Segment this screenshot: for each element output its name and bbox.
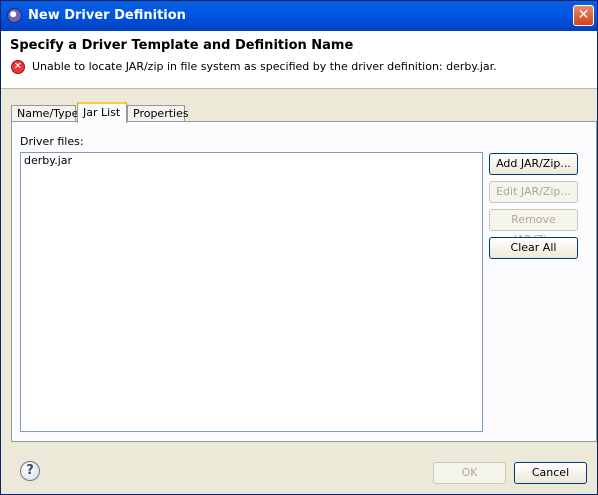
list-item[interactable]: derby.jar bbox=[21, 153, 482, 168]
close-button[interactable]: ✕ bbox=[573, 5, 594, 26]
page-title: Specify a Driver Template and Definition… bbox=[10, 38, 354, 53]
dialog-window: New Driver Definition ✕ Specify a Driver… bbox=[0, 0, 598, 495]
jar-list-panel: Driver files: derby.jar Add JAR/Zip... E… bbox=[11, 121, 597, 442]
help-icon[interactable]: ? bbox=[20, 461, 40, 481]
clear-all-button[interactable]: Clear All bbox=[489, 237, 578, 259]
add-jar-button[interactable]: Add JAR/Zip... bbox=[489, 153, 578, 175]
tab-name-type[interactable]: Name/Type bbox=[11, 105, 78, 122]
driver-files-list[interactable]: derby.jar bbox=[20, 152, 483, 432]
error-message: Unable to locate JAR/zip in file system … bbox=[32, 60, 497, 73]
eclipse-icon bbox=[7, 8, 22, 23]
tab-properties[interactable]: Properties bbox=[127, 105, 189, 122]
title-bar[interactable]: New Driver Definition ✕ bbox=[1, 1, 597, 31]
edit-jar-button[interactable]: Edit JAR/Zip... bbox=[489, 181, 578, 203]
error-icon: ✕ bbox=[11, 60, 25, 74]
remove-jar-button[interactable]: Remove JAR/Zip bbox=[489, 209, 578, 246]
driver-files-label: Driver files: bbox=[20, 135, 84, 148]
cancel-button[interactable]: Cancel bbox=[514, 462, 587, 484]
ok-button[interactable]: OK bbox=[433, 462, 506, 484]
window-title: New Driver Definition bbox=[28, 8, 186, 23]
tab-jar-list[interactable]: Jar List bbox=[77, 102, 127, 123]
